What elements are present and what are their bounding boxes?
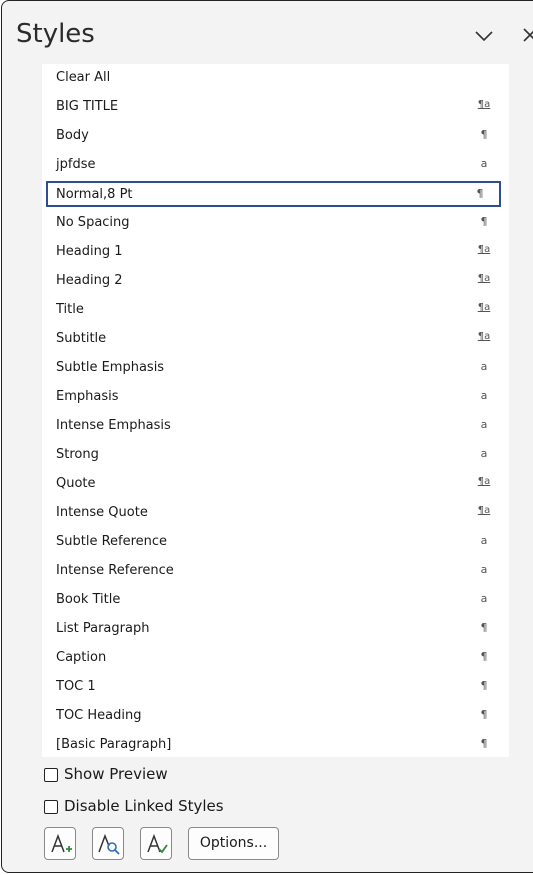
disable-linked-styles-label: Disable Linked Styles: [64, 797, 224, 815]
style-inspector-button[interactable]: [92, 827, 124, 860]
style-item[interactable]: Quote ¶a: [42, 470, 509, 499]
styles-pane: Styles Clear All BIG TITLE ¶a Body ¶ jpfdse a N…: [1, 0, 533, 873]
style-inspector-icon: [98, 833, 120, 855]
paragraph-style-icon: ¶: [480, 621, 488, 634]
style-item[interactable]: jpfdse a: [42, 151, 509, 180]
style-item[interactable]: Subtitle ¶a: [42, 325, 509, 354]
style-item-label: Intense Emphasis: [56, 418, 171, 433]
linked-style-icon: ¶a: [477, 273, 491, 284]
new-style-button[interactable]: [44, 827, 76, 860]
character-style-icon: a: [480, 563, 488, 576]
character-style-icon: a: [480, 389, 488, 402]
style-item-label: Strong: [56, 447, 99, 462]
style-item-label: Subtle Emphasis: [56, 360, 165, 375]
linked-style-icon: ¶a: [477, 99, 491, 110]
style-item-label: Intense Reference: [56, 563, 174, 578]
style-item[interactable]: Emphasis a: [42, 383, 509, 412]
styles-list: Clear All BIG TITLE ¶a Body ¶ jpfdse a Normal,8…: [42, 64, 509, 757]
style-item[interactable]: TOC Heading ¶: [42, 702, 509, 731]
style-item[interactable]: List Paragraph ¶: [42, 615, 509, 644]
paragraph-style-icon: ¶: [476, 187, 484, 200]
disable-linked-styles-checkbox[interactable]: [44, 800, 58, 814]
style-item[interactable]: Book Title a: [42, 586, 509, 615]
style-item[interactable]: Intense Emphasis a: [42, 412, 509, 441]
style-item-label: Subtitle: [56, 331, 107, 346]
show-preview-checkbox[interactable]: [44, 768, 58, 782]
style-item[interactable]: Clear All: [42, 64, 509, 93]
new-style-icon: [51, 833, 72, 853]
linked-style-icon: ¶a: [477, 476, 491, 487]
style-item-label: Book Title: [56, 592, 121, 607]
style-item[interactable]: Normal,8 Pt ¶: [46, 181, 501, 207]
style-item-label: Intense Quote: [56, 505, 148, 520]
character-style-icon: a: [480, 360, 488, 373]
paragraph-style-icon: ¶: [480, 215, 488, 228]
style-item[interactable]: Subtle Reference a: [42, 528, 509, 557]
style-item-label: [Basic Paragraph]: [56, 737, 172, 752]
style-item-label: No Spacing: [56, 215, 130, 230]
style-item-label: BIG TITLE: [56, 99, 119, 114]
character-style-icon: a: [480, 157, 488, 170]
style-item-label: Subtle Reference: [56, 534, 168, 549]
style-item[interactable]: Caption ¶: [42, 644, 509, 673]
options-button[interactable]: Options...: [188, 827, 279, 860]
paragraph-style-icon: ¶: [480, 650, 488, 663]
style-item[interactable]: [Basic Paragraph] ¶: [42, 731, 509, 757]
linked-style-icon: ¶a: [477, 302, 491, 313]
style-item[interactable]: Subtle Emphasis a: [42, 354, 509, 383]
style-item[interactable]: TOC 1 ¶: [42, 673, 509, 702]
pane-title: Styles: [16, 19, 95, 49]
linked-style-icon: ¶a: [477, 505, 491, 516]
chevron-down-icon[interactable]: [473, 27, 495, 45]
character-style-icon: a: [480, 447, 488, 460]
style-item-label: Title: [56, 302, 84, 317]
style-item[interactable]: Strong a: [42, 441, 509, 470]
style-item-label: Emphasis: [56, 389, 119, 404]
style-item-label: Clear All: [56, 70, 111, 85]
style-item[interactable]: Heading 2 ¶a: [42, 267, 509, 296]
style-item-label: Quote: [56, 476, 96, 491]
manage-styles-button[interactable]: [140, 827, 172, 860]
style-item-label: TOC 1: [56, 679, 96, 694]
style-item-label: Caption: [56, 650, 107, 665]
style-item[interactable]: Body ¶: [42, 122, 509, 151]
character-style-icon: a: [480, 418, 488, 431]
close-icon[interactable]: [522, 25, 533, 45]
style-item-label: Heading 2: [56, 273, 123, 288]
style-item-label: jpfdse: [56, 157, 96, 172]
style-item-label: Body: [56, 128, 89, 143]
style-item[interactable]: No Spacing ¶: [42, 209, 509, 238]
style-item[interactable]: Heading 1 ¶a: [42, 238, 509, 267]
paragraph-style-icon: ¶: [480, 679, 488, 692]
linked-style-icon: ¶a: [477, 331, 491, 342]
show-preview-label: Show Preview: [64, 765, 168, 783]
style-item[interactable]: BIG TITLE ¶a: [42, 93, 509, 122]
paragraph-style-icon: ¶: [480, 708, 488, 721]
linked-style-icon: ¶a: [477, 244, 491, 255]
style-item-label: TOC Heading: [56, 708, 142, 723]
manage-styles-icon: [147, 833, 168, 854]
style-item[interactable]: Intense Quote ¶a: [42, 499, 509, 528]
style-item-label: List Paragraph: [56, 621, 150, 636]
style-item-label: Heading 1: [56, 244, 123, 259]
style-item[interactable]: Title ¶a: [42, 296, 509, 325]
paragraph-style-icon: ¶: [480, 128, 488, 141]
style-item[interactable]: Intense Reference a: [42, 557, 509, 586]
style-item-label: Normal,8 Pt: [56, 187, 133, 202]
character-style-icon: a: [480, 534, 488, 547]
paragraph-style-icon: ¶: [480, 737, 488, 750]
character-style-icon: a: [480, 592, 488, 605]
